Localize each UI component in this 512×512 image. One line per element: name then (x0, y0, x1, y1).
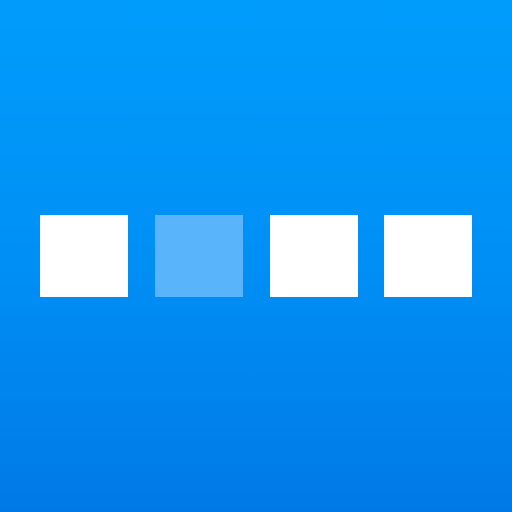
app-icon (0, 0, 512, 512)
square-row (40, 215, 472, 297)
square-1 (40, 215, 128, 297)
square-3 (270, 215, 358, 297)
square-2-dimmed (155, 215, 243, 297)
square-4 (384, 215, 472, 297)
